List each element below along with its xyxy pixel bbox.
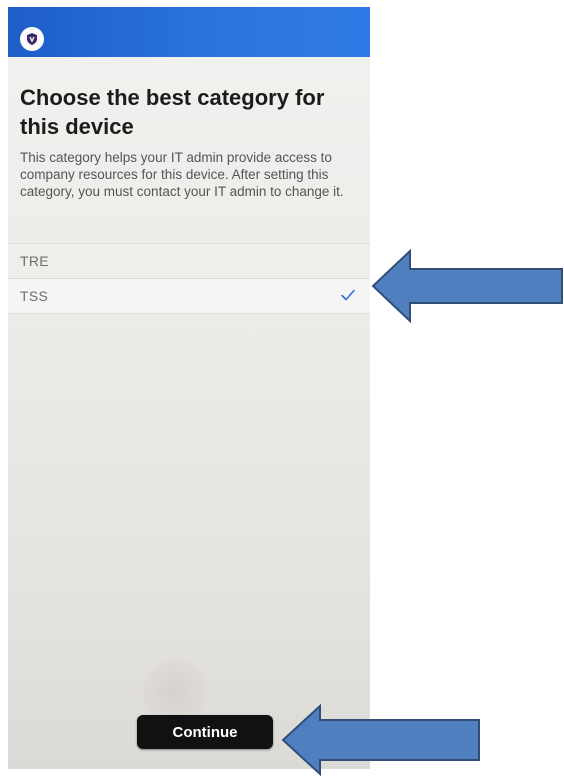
app-header-bar: [8, 7, 370, 57]
category-option-tss[interactable]: TSS: [8, 278, 370, 314]
continue-button[interactable]: Continue: [137, 715, 273, 749]
category-option-tre[interactable]: TRE: [8, 243, 370, 278]
page-title: Choose the best category for this device: [20, 85, 325, 139]
category-label: TRE: [20, 253, 49, 269]
shield-icon[interactable]: [20, 27, 44, 51]
arrow-pointing-to-tss-icon: [371, 249, 563, 323]
screen-smudge: [143, 659, 207, 723]
page-description: This category helps your IT admin provid…: [20, 150, 344, 199]
category-list: TRE TSS: [8, 243, 370, 314]
category-label: TSS: [20, 288, 49, 304]
checkmark-icon: [341, 289, 355, 301]
phone-screen: Choose the best category for this device…: [8, 7, 370, 769]
arrow-pointing-to-continue-icon: [281, 704, 480, 776]
